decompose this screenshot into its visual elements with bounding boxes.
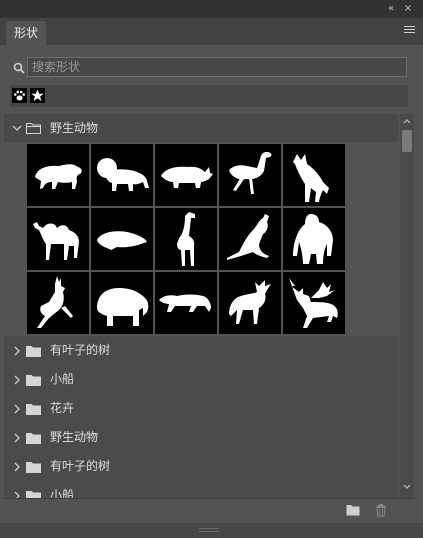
group-label: 有叶子的树 [50,343,111,357]
close-panel-button[interactable]: × [401,2,415,16]
panel-menu-icon[interactable] [404,26,415,36]
recent-shape-star[interactable] [30,88,45,103]
tab-bar: 形状 [0,18,423,45]
recent-shapes-strip [10,85,408,107]
group-header-wild-animals[interactable]: 野生动物 [4,114,398,142]
bottom-toolbar [0,499,423,523]
group-label: 野生动物 [50,121,99,135]
tiger-icon [35,164,82,189]
panel-resize-footer [0,523,423,538]
rhinoceros-icon [161,166,213,188]
vertical-scrollbar[interactable] [400,114,414,499]
group-label: 有叶子的树 [50,459,111,473]
chevron-down-icon [12,125,22,131]
shape-tile-ostrich[interactable] [219,144,281,206]
folder-icon [26,433,41,444]
chevron-right-icon [14,462,20,472]
group-label: 花卉 [50,401,75,415]
chevron-right-icon [14,346,20,356]
group-row-boats[interactable]: 小船 [4,481,398,499]
chevron-right-icon [14,375,20,385]
shape-tile-elephant[interactable] [91,272,153,334]
giraffe-icon [177,212,195,266]
tab-shapes[interactable]: 形状 [6,21,47,45]
lion-icon [97,158,149,191]
shape-tile-rhinoceros[interactable] [155,144,217,206]
search-icon [13,62,25,74]
group-label: 小船 [50,488,75,499]
shape-tile-mole[interactable] [91,208,153,270]
shape-tile-tiger[interactable] [27,144,89,206]
shape-tile-gazelle[interactable] [27,272,89,334]
kangaroo-icon [227,214,269,260]
folder-icon [26,375,41,386]
moose-icon [229,280,271,324]
shape-tile-kangaroo[interactable] [219,208,281,270]
shape-tile-moose[interactable] [219,272,281,334]
shape-tile-wolf[interactable] [283,144,345,206]
new-group-folder-icon[interactable] [346,503,360,517]
gorilla-icon [293,214,333,264]
chevron-up-icon [403,119,411,124]
chevron-right-icon [14,433,20,443]
folder-icon [26,404,41,415]
scroll-thumb[interactable] [402,130,412,152]
elephant-icon [97,288,149,326]
group-row-leafy-trees[interactable]: 有叶子的树 [4,336,398,365]
scroll-down-button[interactable] [400,482,414,494]
shape-tile-camel[interactable] [27,208,89,270]
shape-tile-gorilla[interactable] [283,208,345,270]
camel-icon [33,222,79,260]
deer-icon [289,278,338,328]
group-row-wild-animals[interactable]: 野生动物 [4,423,398,452]
folder-icon [26,462,41,473]
shape-tile-giraffe[interactable] [155,208,217,270]
scroll-up-button[interactable] [400,116,414,128]
search-input[interactable] [27,57,407,77]
folder-icon [26,123,41,134]
panel-title-strip: « × [0,0,423,18]
shape-tile-deer[interactable] [283,272,345,334]
group-row-flowers[interactable]: 花卉 [4,394,398,423]
folder-icon [26,346,41,357]
shapes-panel: « × 形状 搜索形状 野生动物 有叶子的树 小船 花卉 野生动物 有叶子的树 … [0,0,423,538]
group-row-leafy-trees[interactable]: 有叶子的树 [4,452,398,481]
shape-tile-panther[interactable] [155,272,217,334]
mole-icon [97,231,147,250]
group-label: 小船 [50,372,75,386]
ostrich-icon [229,152,272,194]
chevron-down-icon [403,484,411,489]
shape-group-list: 野生动物 有叶子的树 小船 花卉 野生动物 有叶子的树 小船 [4,114,398,499]
shape-tile-lion[interactable] [91,144,153,206]
trash-icon[interactable] [374,503,388,517]
panther-icon [159,294,211,312]
group-label: 野生动物 [50,430,99,444]
resize-grip-icon[interactable] [199,527,219,533]
wolf-icon [293,154,329,202]
collapse-panel-button[interactable]: « [384,2,398,16]
gazelle-icon [37,276,73,328]
paw-print-icon [14,90,25,101]
group-row-boats[interactable]: 小船 [4,365,398,394]
chevron-right-icon [14,404,20,414]
star-icon [31,89,44,101]
shape-grid [27,144,347,337]
recent-shape-paw[interactable] [12,88,27,103]
